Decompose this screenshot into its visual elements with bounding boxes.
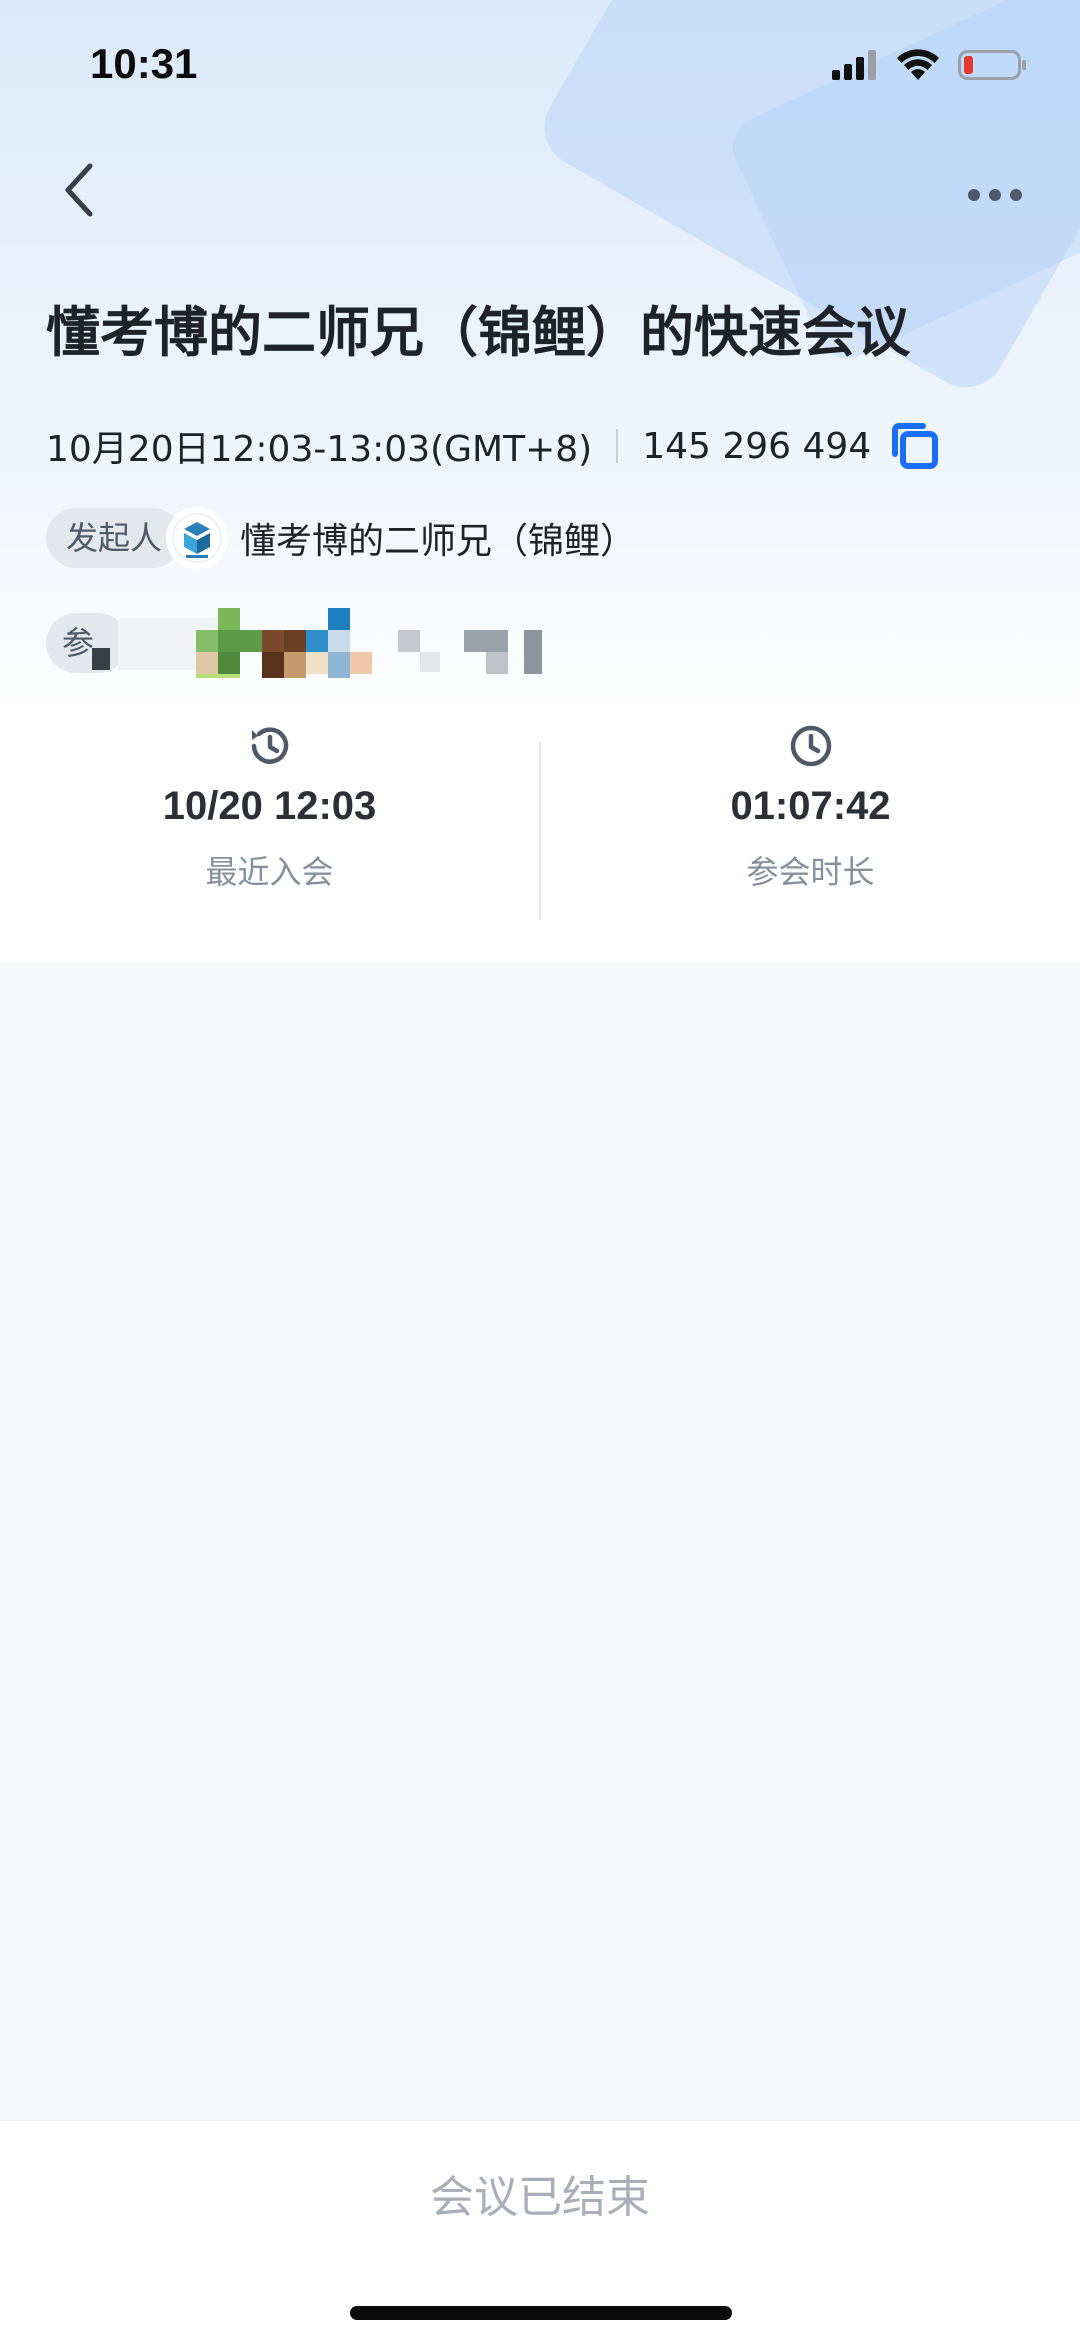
divider xyxy=(616,429,619,463)
meeting-title: 懂考博的二师兄（锦鲤）的快速会议 xyxy=(46,301,910,364)
meeting-meta-row: 10月20日12:03-13:03(GMT+8) 145 296 494 xyxy=(46,420,941,472)
recent-join-value: 10/20 12:03 xyxy=(162,784,377,828)
copy-id-button[interactable] xyxy=(889,420,941,472)
chevron-left-icon xyxy=(65,163,93,217)
meeting-id: 145 296 494 xyxy=(642,425,872,467)
more-horizontal-icon xyxy=(968,189,1022,201)
participants-avatars-blurred xyxy=(88,608,548,678)
duration-label: 参会时长 xyxy=(746,853,875,891)
bottom-bar: 会议已结束 xyxy=(0,2120,1080,2337)
meeting-stats: 10/20 12:03 最近入会 01:07:42 参会时长 xyxy=(0,700,1080,962)
host-name: 懂考博的二师兄（锦鲤） xyxy=(240,521,637,562)
status-bar: 10:31 xyxy=(0,0,1080,130)
home-indicator[interactable] xyxy=(350,2306,732,2320)
participants-row[interactable]: 参 xyxy=(46,608,548,678)
status-icons xyxy=(832,48,1028,86)
recent-join-stat: 10/20 12:03 最近入会 xyxy=(0,700,539,962)
battery-low-icon xyxy=(958,48,1028,86)
duration-value: 01:07:42 xyxy=(730,784,891,828)
more-button[interactable] xyxy=(960,170,1030,220)
avatar[interactable] xyxy=(168,509,227,567)
meeting-datetime: 10月20日12:03-13:03(GMT+8) xyxy=(46,429,593,470)
back-button[interactable] xyxy=(50,160,110,220)
clock-icon xyxy=(790,725,831,767)
meeting-ended-button[interactable]: 会议已结束 xyxy=(0,2161,1080,2225)
host-tag: 发起人 xyxy=(46,508,183,568)
book-logo-icon xyxy=(172,513,222,563)
duration-stat: 01:07:42 参会时长 xyxy=(541,700,1080,962)
wifi-icon xyxy=(896,48,940,86)
host-row: 发起人 懂考博的二师兄（锦鲤） xyxy=(46,508,636,568)
meeting-detail-page: 10:31 懂考博的二师兄（锦鲤）的快速会议 10月20日12:03-13:03… xyxy=(0,0,1080,2337)
status-time: 10:31 xyxy=(90,40,198,87)
recent-join-label: 最近入会 xyxy=(205,853,334,891)
copy-icon xyxy=(892,423,939,469)
signal-icon xyxy=(832,48,878,86)
history-clock-icon xyxy=(251,727,288,764)
